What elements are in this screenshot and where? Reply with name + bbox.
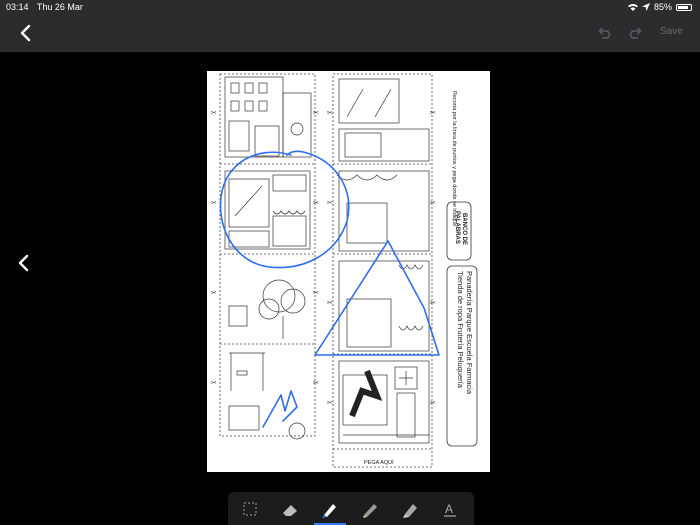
scissors-icon: ✂	[327, 199, 333, 207]
paste-here-label: PEGA AQUÍ	[364, 459, 394, 466]
save-button[interactable]: Save	[660, 26, 683, 37]
scissors-icon: ✂	[211, 379, 217, 387]
location-icon	[641, 3, 650, 11]
eraser-icon[interactable]	[280, 499, 300, 519]
status-date: Thu 26 Mar	[36, 2, 83, 12]
battery-percent: 85%	[653, 2, 672, 12]
undo-icon[interactable]	[596, 25, 612, 41]
worksheet-drawing: ✂ ✂ ✂ ✂ ✂ ✂ ✂ ✂ ✂ ✂ ✂ ✂ ✂ ✂ ✂ ✂ Recorta …	[211, 73, 478, 468]
scissors-icon: ✂	[430, 299, 436, 307]
word-bank-words-line1: Panadería Parque Escuela Farmacia	[465, 271, 474, 395]
word-bank-words-line2: Tienda de ropa Frutería Peluquería	[456, 271, 465, 389]
word-bank-title-line1: BANCO DE	[461, 213, 467, 245]
battery-level	[678, 5, 689, 9]
scissors-icon: ✂	[430, 199, 436, 207]
handwritten-annotations	[219, 150, 440, 428]
scissors-icon: ✂	[313, 199, 319, 207]
annotation-circle	[219, 150, 350, 269]
scissors-icon: ✂	[313, 109, 319, 117]
text-tool-icon[interactable]: A	[440, 499, 460, 519]
annotation-scribble	[262, 390, 298, 428]
shop-illustration	[224, 170, 311, 250]
document-page[interactable]: ✂ ✂ ✂ ✂ ✂ ✂ ✂ ✂ ✂ ✂ ✂ ✂ ✂ ✂ ✂ ✂ Recorta …	[207, 71, 490, 472]
highlighter-icon[interactable]	[400, 499, 420, 519]
pen-tool[interactable]	[314, 499, 346, 525]
scissors-icon: ✂	[211, 199, 217, 207]
scissors-icon: ✂	[327, 299, 333, 307]
scissors-icon: ✂	[327, 399, 333, 407]
storefronts-illustration	[336, 78, 430, 444]
scissors-icon: ✂	[313, 379, 319, 387]
instructions-text: Recorta por la línea de puntos y pega do…	[451, 91, 457, 226]
building-illustration	[224, 76, 312, 158]
previous-page-chevron-icon[interactable]	[16, 254, 32, 272]
lasso-select-icon[interactable]	[240, 499, 260, 519]
scissors-icon: ✂	[211, 109, 217, 117]
scissors-icon: ✂	[211, 289, 217, 297]
word-bank-title-line2: PALABRAS	[454, 211, 460, 244]
scissors-icon: ✂	[430, 399, 436, 407]
wifi-icon	[627, 4, 638, 11]
park-illustration	[228, 279, 306, 440]
pencil-icon[interactable]	[360, 499, 380, 519]
pen-icon	[322, 504, 336, 518]
scissors-icon: ✂	[430, 109, 436, 117]
scissors-icon: ✂	[313, 289, 319, 297]
status-bar: 03:14 Thu 26 Mar 85%	[0, 0, 700, 14]
left-cut-column	[219, 73, 316, 437]
svg-text:A: A	[445, 502, 453, 516]
redo-icon[interactable]	[628, 25, 644, 41]
scissors-icon: ✂	[327, 109, 333, 117]
drawing-toolbar: A	[228, 492, 474, 525]
back-chevron-icon[interactable]	[16, 23, 36, 43]
status-time: 03:14	[6, 2, 29, 12]
battery-icon	[676, 3, 692, 11]
annotation-triangle	[314, 240, 440, 356]
navigation-bar: Save	[0, 14, 700, 52]
